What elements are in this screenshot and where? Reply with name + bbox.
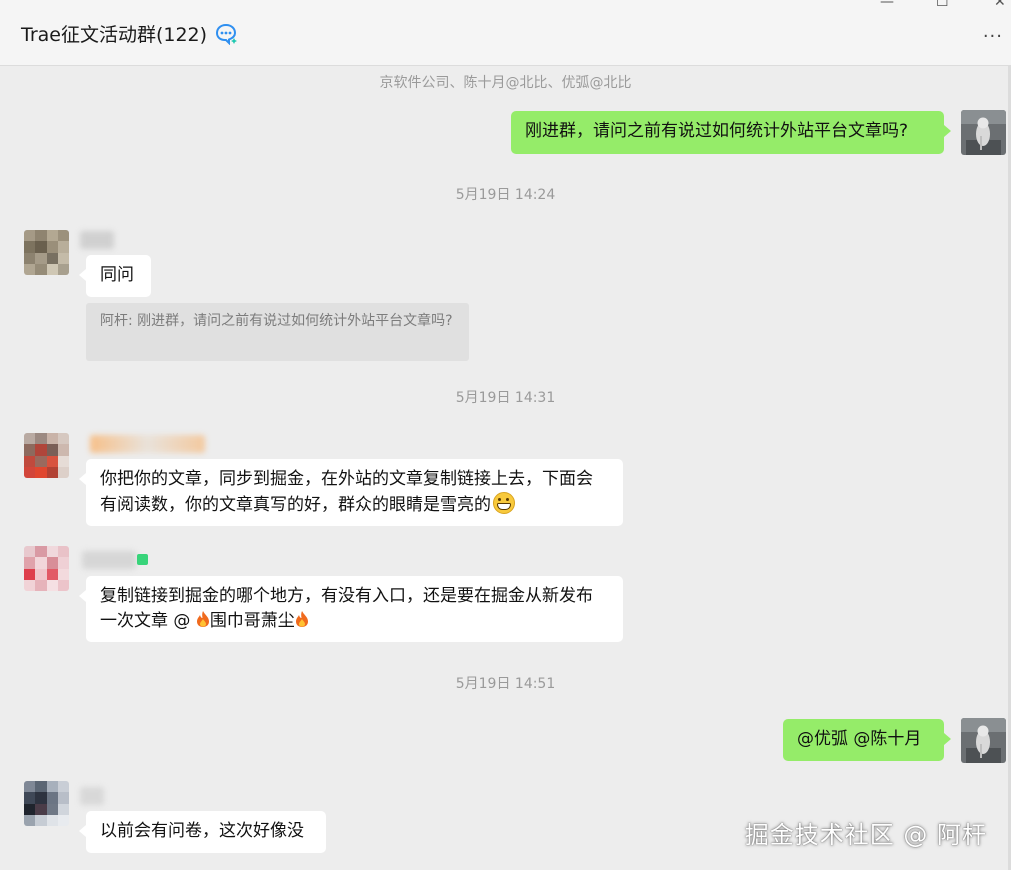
member-badge — [137, 554, 148, 565]
message-text-line: 有阅读数，你的文章真写的好，群众的眼睛是雪亮的 — [100, 495, 491, 515]
grinning-emoji-icon — [493, 492, 515, 514]
mention-name[interactable]: 围巾哥萧尘 — [210, 611, 295, 631]
chat-header: Trae征文活动群(122) — ☐ ✕ ··· — [0, 0, 1011, 66]
message-text: @优弧 @陈十月 — [797, 729, 922, 749]
mention-prefix: 一次文章 @ — [100, 611, 191, 631]
member-avatar[interactable] — [24, 781, 69, 826]
member-avatar[interactable] — [24, 433, 69, 478]
maximize-button[interactable]: ☐ — [936, 0, 949, 10]
quote-text: 阿杆: 刚进群，请问之前有说过如何统计外站平台文章吗? — [100, 313, 453, 329]
timestamp: 5月19日 14:31 — [455, 390, 556, 406]
message-text-line: 复制链接到掘金的哪个地方，有没有入口，还是要在掘金从新发布 — [100, 586, 593, 606]
message-bubble-self[interactable]: 刚进群，请问之前有说过如何统计外站平台文章吗? — [511, 111, 951, 154]
message-text-line: 你把你的文章，同步到掘金，在外站的文章复制链接上去，下面会 — [100, 469, 593, 489]
fire-icon — [295, 610, 309, 636]
self-avatar[interactable] — [961, 718, 1006, 763]
minimize-button[interactable]: — — [880, 0, 894, 10]
member-name — [90, 435, 205, 453]
message-text: 刚进群，请问之前有说过如何统计外站平台文章吗? — [525, 121, 909, 141]
more-options-button[interactable]: ··· — [983, 28, 1003, 46]
timestamp: 5月19日 14:51 — [455, 676, 556, 692]
message-text: 同问 — [100, 265, 134, 285]
member-name — [82, 551, 136, 569]
member-name — [80, 787, 104, 805]
member-avatar[interactable] — [24, 230, 69, 275]
group-name: Trae征文活动群(122) — [21, 24, 208, 46]
message-bubble[interactable]: 复制链接到掘金的哪个地方，有没有入口，还是要在掘金从新发布 一次文章 @ 围巾哥… — [79, 576, 623, 642]
watermark: 掘金技术社区 @ 阿杆 — [744, 821, 987, 849]
member-avatar[interactable] — [24, 546, 69, 591]
message-bubble[interactable]: 你把你的文章，同步到掘金，在外站的文章复制链接上去，下面会 有阅读数，你的文章真… — [79, 459, 623, 526]
ai-chat-icon[interactable] — [215, 23, 239, 45]
self-avatar[interactable] — [961, 110, 1006, 155]
message-bubble[interactable]: 同问 — [79, 255, 151, 297]
close-button[interactable]: ✕ — [994, 0, 1006, 10]
chat-title[interactable]: Trae征文活动群(122) — [21, 20, 239, 47]
timestamp: 5月19日 14:24 — [455, 187, 556, 203]
message-bubble-self[interactable]: @优弧 @陈十月 — [783, 719, 951, 761]
quoted-message[interactable]: 阿杆: 刚进群，请问之前有说过如何统计外站平台文章吗? — [86, 303, 469, 361]
fire-icon — [196, 610, 210, 636]
member-name — [80, 231, 114, 249]
message-text: 以前会有问卷，这次好像没 — [100, 821, 304, 841]
system-notice: 京软件公司、陈十月@北比、优弧@北比 — [379, 75, 632, 91]
message-bubble[interactable]: 以前会有问卷，这次好像没 — [79, 811, 326, 853]
